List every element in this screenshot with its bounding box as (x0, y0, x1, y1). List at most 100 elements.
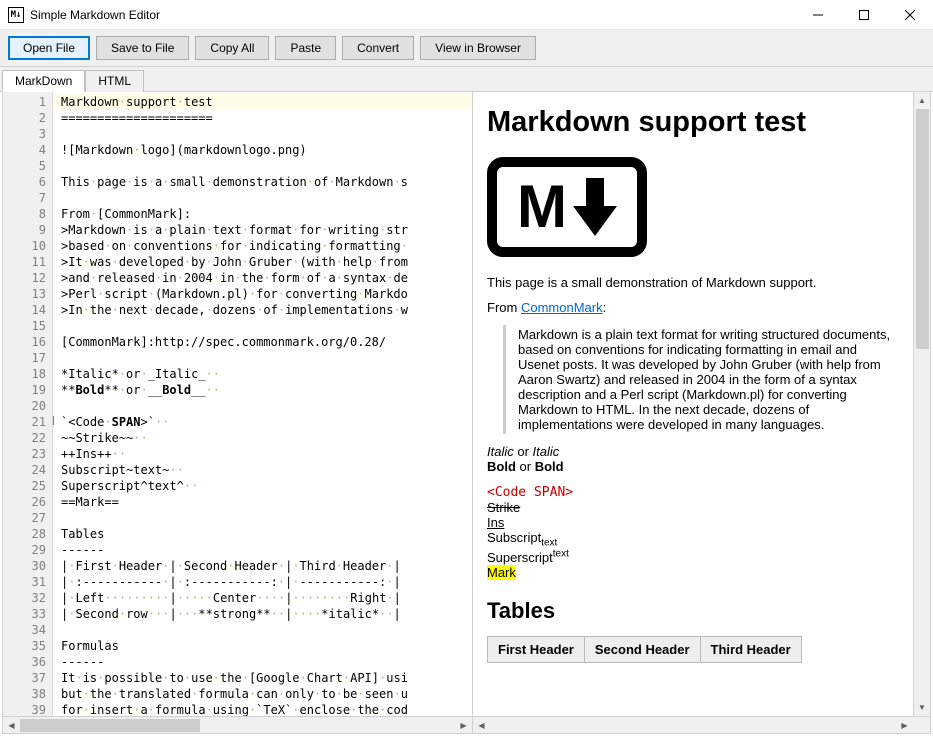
code-line[interactable] (53, 318, 472, 334)
code-line[interactable]: >based·on·conventions·for·indicating·for… (53, 238, 472, 254)
maximize-icon (859, 10, 869, 20)
editor-scroll[interactable]: 1234567891011121314151617181920212223242… (3, 92, 472, 716)
italic-2: Italic (533, 444, 560, 459)
maximize-button[interactable] (841, 0, 887, 30)
code-line[interactable]: |·:-----------·|·:-----------:·|·-------… (53, 574, 472, 590)
table-header-3: Third Header (700, 636, 801, 662)
code-line[interactable]: >and·released·in·2004·in·the·form·of·a·s… (53, 270, 472, 286)
preview-h1: Markdown support test (487, 106, 899, 139)
scroll-left-icon[interactable]: ◀ (3, 717, 20, 734)
code-line[interactable]: Tables (53, 526, 472, 542)
italic-or: or (514, 444, 533, 459)
content-area: 1234567891011121314151617181920212223242… (2, 92, 931, 734)
code-line[interactable]: *Italic*·or·_Italic_·· (53, 366, 472, 382)
code-line[interactable]: Markdown·support·test (53, 94, 472, 110)
scroll-track[interactable] (20, 717, 455, 734)
markdown-logo: M (487, 157, 647, 257)
scroll-thumb[interactable] (20, 719, 200, 732)
tab-html[interactable]: HTML (85, 70, 144, 92)
bold-1: Bold (487, 459, 516, 474)
code-line[interactable]: ++Ins++·· (53, 446, 472, 462)
scroll-track-v[interactable] (914, 109, 931, 699)
code-line[interactable] (53, 398, 472, 414)
code-line[interactable]: Superscript^text^·· (53, 478, 472, 494)
scroll-down-icon[interactable]: ▼ (914, 699, 931, 716)
preview-blockquote: Markdown is a plain text format for writ… (503, 325, 899, 434)
logo-arrow-icon (573, 178, 617, 236)
close-button[interactable] (887, 0, 933, 30)
code-line[interactable] (53, 622, 472, 638)
code-line[interactable]: >Markdown·is·a·plain·text·format·for·wri… (53, 222, 472, 238)
code-line[interactable]: This·page·is·a·small·demonstration·of·Ma… (53, 174, 472, 190)
code-line[interactable]: but·the·translated·formula·can·only·to·b… (53, 686, 472, 702)
view-in-browser-button[interactable]: View in Browser (420, 36, 536, 60)
scroll-right-icon[interactable]: ▶ (455, 717, 472, 734)
code-line[interactable] (53, 190, 472, 206)
preview-table: First Header Second Header Third Header (487, 636, 802, 663)
code-line[interactable]: ==Mark== (53, 494, 472, 510)
code-line[interactable]: ![Markdown·logo](markdownlogo.png) (53, 142, 472, 158)
code-line[interactable]: Formulas (53, 638, 472, 654)
code-line[interactable] (53, 126, 472, 142)
code-line[interactable]: [CommonMark]:http://spec.commonmark.org/… (53, 334, 472, 350)
titlebar: M↓ Simple Markdown Editor (0, 0, 933, 30)
code-line[interactable]: From·[CommonMark]: (53, 206, 472, 222)
code-line[interactable]: for·insert·a·formula·using·`TeX`·enclose… (53, 702, 472, 716)
code-line[interactable]: It·is·possible·to·use·the·[Google·Chart·… (53, 670, 472, 686)
preview-content: Markdown support test M This page is a s… (473, 92, 913, 716)
editor-pane: 1234567891011121314151617181920212223242… (3, 92, 473, 733)
tables-heading: Tables (487, 598, 899, 624)
code-line[interactable]: Subscript~text~·· (53, 462, 472, 478)
editor-horizontal-scrollbar[interactable]: ◀ ▶ (3, 716, 472, 733)
open-file-button[interactable]: Open File (8, 36, 90, 60)
code-line[interactable]: |·First·Header·|·Second·Header·|·Third·H… (53, 558, 472, 574)
bold-2: Bold (535, 459, 564, 474)
scroll-left-icon[interactable]: ◀ (473, 717, 490, 734)
code-line[interactable]: ===================== (53, 110, 472, 126)
preview-intro: This page is a small demonstration of Ma… (487, 275, 899, 290)
line-number-gutter: 1234567891011121314151617181920212223242… (3, 92, 53, 716)
code-line[interactable]: |·Left·········|·····Center····|········… (53, 590, 472, 606)
app-icon: M↓ (8, 7, 24, 23)
logo-m-icon: M (517, 177, 567, 237)
code-line[interactable] (53, 158, 472, 174)
code-line[interactable]: |·Second·row···|···**strong**··|····*ita… (53, 606, 472, 622)
paste-button[interactable]: Paste (275, 36, 336, 60)
tab-markdown[interactable]: MarkDown (2, 70, 85, 92)
preview-vertical-scrollbar[interactable]: ▲ ▼ (913, 92, 930, 716)
code-line[interactable]: >It·was·developed·by·John·Gruber·(with·h… (53, 254, 472, 270)
subscript-line: Subscripttext (487, 530, 557, 545)
code-line[interactable]: >In·the·next·decade,·dozens·of·implement… (53, 302, 472, 318)
code-line[interactable]: ~~Strike~~·· (53, 430, 472, 446)
preview-horizontal-scrollbar[interactable]: ◀ ▶ (473, 716, 930, 733)
code-line[interactable]: >Perl·script·(Markdown.pl)·for·convertin… (53, 286, 472, 302)
scroll-up-icon[interactable]: ▲ (914, 92, 931, 109)
code-line[interactable]: ------ (53, 654, 472, 670)
convert-button[interactable]: Convert (342, 36, 414, 60)
code-line[interactable] (53, 510, 472, 526)
table-header-2: Second Header (584, 636, 700, 662)
italic-1: Italic (487, 444, 514, 459)
commonmark-link[interactable]: CommonMark (521, 300, 603, 315)
minimize-button[interactable] (795, 0, 841, 30)
ins-text: Ins (487, 515, 504, 530)
code-line[interactable]: ------ (53, 542, 472, 558)
code-line[interactable] (53, 350, 472, 366)
close-icon (905, 10, 915, 20)
scroll-right-icon[interactable]: ▶ (896, 717, 913, 734)
preview-from: From CommonMark: (487, 300, 899, 315)
window-title: Simple Markdown Editor (30, 8, 160, 22)
preview-italic-line: Italic or Italic Bold or Bold (487, 444, 899, 474)
code-line[interactable]: −`<Code·SPAN>`·· (53, 414, 472, 430)
tabbar: MarkDown HTML (0, 67, 933, 92)
scroll-thumb-v[interactable] (916, 109, 929, 349)
minimize-icon (813, 10, 823, 20)
copy-all-button[interactable]: Copy All (195, 36, 269, 60)
save-to-file-button[interactable]: Save to File (96, 36, 189, 60)
preview-pane: Markdown support test M This page is a s… (473, 92, 930, 733)
superscript-line: Superscripttext (487, 550, 569, 565)
bold-or: or (516, 459, 535, 474)
table-header-1: First Header (488, 636, 585, 662)
code-area[interactable]: Markdown·support·test===================… (53, 92, 472, 716)
code-line[interactable]: **Bold**·or·__Bold__·· (53, 382, 472, 398)
